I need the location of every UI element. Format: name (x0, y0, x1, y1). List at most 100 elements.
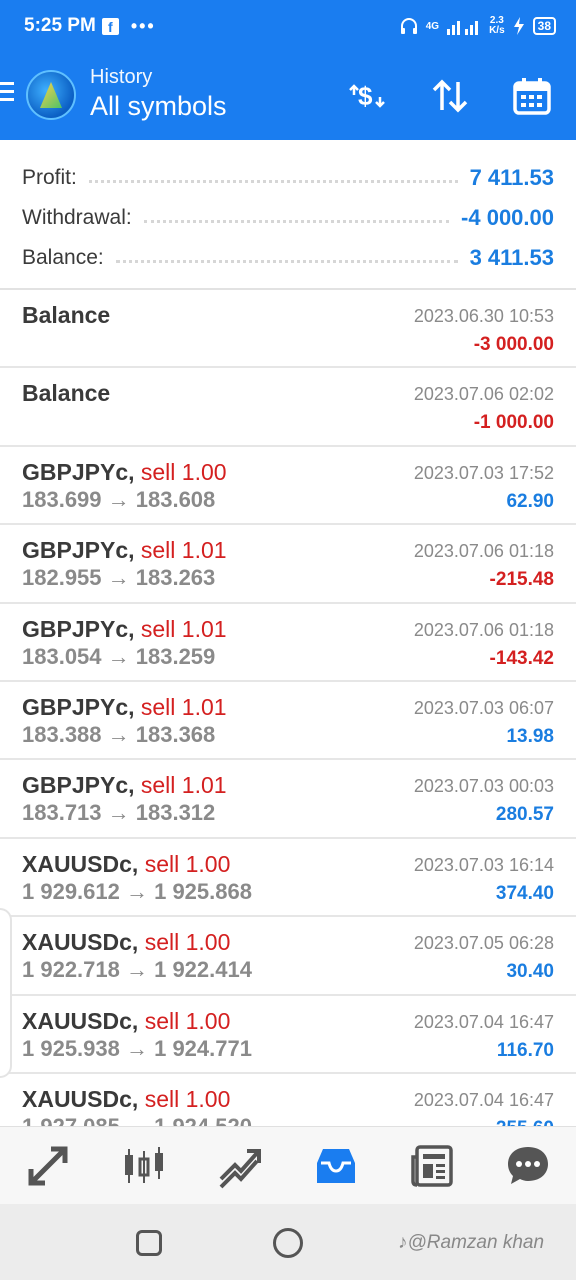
side-panel-handle[interactable] (0, 908, 12, 1078)
deal-side: sell 1.00 (144, 1007, 231, 1034)
deal-amount: 13.98 (506, 725, 554, 747)
dotted-leader (143, 219, 450, 223)
deal-symbol: GBPJPYc, sell 1.00 (22, 459, 227, 486)
signal-icon (447, 21, 479, 35)
recent-apps-icon[interactable] (136, 1230, 162, 1256)
chart-icon[interactable] (114, 1136, 174, 1196)
list-item[interactable]: XAUUSDc, sell 1.00 1 929.612 → 1 925.868… (0, 839, 576, 918)
deal-date: 2023.07.03 00:03 (413, 776, 554, 797)
symbol-text: XAUUSDc, (22, 1085, 139, 1112)
deal-side: sell 1.01 (140, 693, 227, 720)
deal-prices: 1 925.938 → 1 924.771 (22, 1035, 252, 1061)
deal-date: 2023.07.03 17:52 (413, 462, 554, 483)
symbol-text: Balance (22, 302, 111, 328)
list-item[interactable]: GBPJPYc, sell 1.01 183.388 → 183.368 202… (0, 682, 576, 761)
deal-date: 2023.07.06 01:18 (413, 619, 554, 640)
deal-date: 2023.06.30 10:53 (413, 306, 554, 326)
deal-amount: 280.57 (495, 804, 554, 826)
deal-amount: -1 000.00 (473, 412, 554, 434)
deal-side: sell 1.00 (144, 929, 231, 956)
deal-symbol: XAUUSDc, sell 1.00 (22, 1008, 230, 1035)
list-item[interactable]: GBPJPYc, sell 1.01 182.955 → 183.263 202… (0, 525, 576, 604)
watermark: ♪@Ramzan khan (398, 1232, 545, 1253)
more-notifications-icon: ••• (130, 15, 156, 36)
facebook-icon: f (101, 17, 119, 35)
deal-side: sell 1.01 (140, 537, 227, 564)
deal-date: 2023.07.06 01:18 (413, 541, 554, 562)
metatrader-logo (26, 70, 76, 120)
deals-list[interactable]: Balance 2023.06.30 10:53 -3 000.00 Balan… (0, 290, 576, 1126)
list-item[interactable]: Balance 2023.06.30 10:53 -3 000.00 (0, 290, 576, 369)
list-item[interactable]: XAUUSDc, sell 1.00 1 927.085 → 1 924.520… (0, 1074, 576, 1126)
deal-amount: 374.40 (495, 882, 554, 904)
deal-side: sell 1.00 (144, 850, 231, 877)
deal-symbol: GBPJPYc, sell 1.01 (22, 772, 227, 799)
chat-icon[interactable] (498, 1136, 558, 1196)
symbol-text: XAUUSDc, (22, 850, 139, 877)
sort-arrows-icon[interactable] (428, 74, 472, 118)
title-block[interactable]: History All symbols (90, 66, 227, 122)
page-title: All symbols (90, 91, 227, 121)
dotted-leader (88, 179, 458, 183)
deal-date: 2023.07.04 16:47 (413, 1011, 554, 1032)
deal-amount: 116.70 (496, 1039, 554, 1061)
menu-icon[interactable] (0, 82, 16, 106)
svg-text:$: $ (358, 81, 373, 111)
speed-unit: K/s (489, 25, 505, 36)
news-icon[interactable] (402, 1136, 462, 1196)
withdrawal-label: Withdrawal: (22, 206, 132, 229)
deal-side: sell 1.01 (140, 772, 227, 799)
deal-amount: -143.42 (489, 647, 554, 669)
history-summary: Profit: 7 411.53 Withdrawal: -4 000.00 B… (0, 140, 576, 290)
symbol-text: XAUUSDc, (22, 1007, 139, 1034)
list-item[interactable]: Balance 2023.07.06 02:02 -1 000.00 (0, 368, 576, 447)
status-indicators: 4G 2.3 K/s 38 (400, 16, 556, 36)
status-bar: 5:25 PM f ••• 4G 2.3 K/s 38 (0, 0, 576, 52)
deal-date: 2023.07.05 06:28 (413, 933, 554, 954)
list-item[interactable]: XAUUSDc, sell 1.00 1 922.718 → 1 922.414… (0, 917, 576, 996)
deal-symbol: GBPJPYc, sell 1.01 (22, 537, 227, 564)
balance-value: 3 411.53 (469, 245, 554, 270)
deal-prices: 183.699 → 183.608 (22, 486, 216, 512)
list-item[interactable]: GBPJPYc, sell 1.00 183.699 → 183.608 202… (0, 447, 576, 526)
list-item[interactable]: XAUUSDc, sell 1.00 1 925.938 → 1 924.771… (0, 996, 576, 1074)
profit-label: Profit: (22, 166, 77, 189)
deal-amount: -215.48 (489, 569, 554, 591)
network-speed: 2.3 K/s (489, 16, 505, 36)
deal-side: sell 1.00 (144, 1085, 231, 1112)
deal-side: sell 1.00 (140, 458, 227, 485)
page-subtitle: History (90, 66, 153, 88)
list-item[interactable]: GBPJPYc, sell 1.01 183.713 → 183.312 202… (0, 760, 576, 839)
headphones-icon (400, 18, 417, 34)
deal-prices: 182.955 → 183.263 (22, 565, 216, 591)
profit-row: Profit: 7 411.53 (22, 158, 554, 198)
symbol-text: GBPJPYc, (22, 458, 135, 485)
balance-row: Balance: 3 411.53 (22, 238, 554, 278)
history-icon[interactable] (306, 1136, 366, 1196)
balance-label: Balance: (22, 246, 104, 269)
symbol-text: GBPJPYc, (22, 772, 135, 799)
charging-icon (513, 17, 524, 35)
deal-prices: 1 922.718 → 1 922.414 (22, 957, 252, 983)
status-time: 5:25 PM (24, 15, 96, 36)
deal-date: 2023.07.03 16:14 (413, 854, 554, 875)
symbol-text: XAUUSDc, (22, 929, 139, 956)
deal-symbol: XAUUSDc, sell 1.00 (22, 929, 230, 956)
deal-amount: 255.60 (496, 1118, 554, 1126)
trade-icon[interactable] (210, 1136, 270, 1196)
home-icon[interactable] (273, 1228, 303, 1258)
calendar-icon[interactable] (510, 74, 554, 118)
battery-icon: 38 (532, 17, 556, 35)
profit-value: 7 411.53 (469, 165, 554, 190)
network-type: 4G (425, 20, 440, 32)
deposit-dollar-icon[interactable]: $ (344, 74, 388, 118)
deal-amount: -3 000.00 (473, 334, 554, 355)
deal-symbol: Balance (22, 302, 110, 329)
symbol-text: GBPJPYc, (22, 615, 135, 642)
deal-side: sell 1.01 (140, 615, 227, 642)
deal-symbol: GBPJPYc, sell 1.01 (22, 616, 227, 643)
quotes-icon[interactable] (18, 1136, 78, 1196)
list-item[interactable]: GBPJPYc, sell 1.01 183.054 → 183.259 202… (0, 604, 576, 682)
withdrawal-value: -4 000.00 (461, 205, 554, 230)
deal-amount: 62.90 (506, 490, 554, 512)
